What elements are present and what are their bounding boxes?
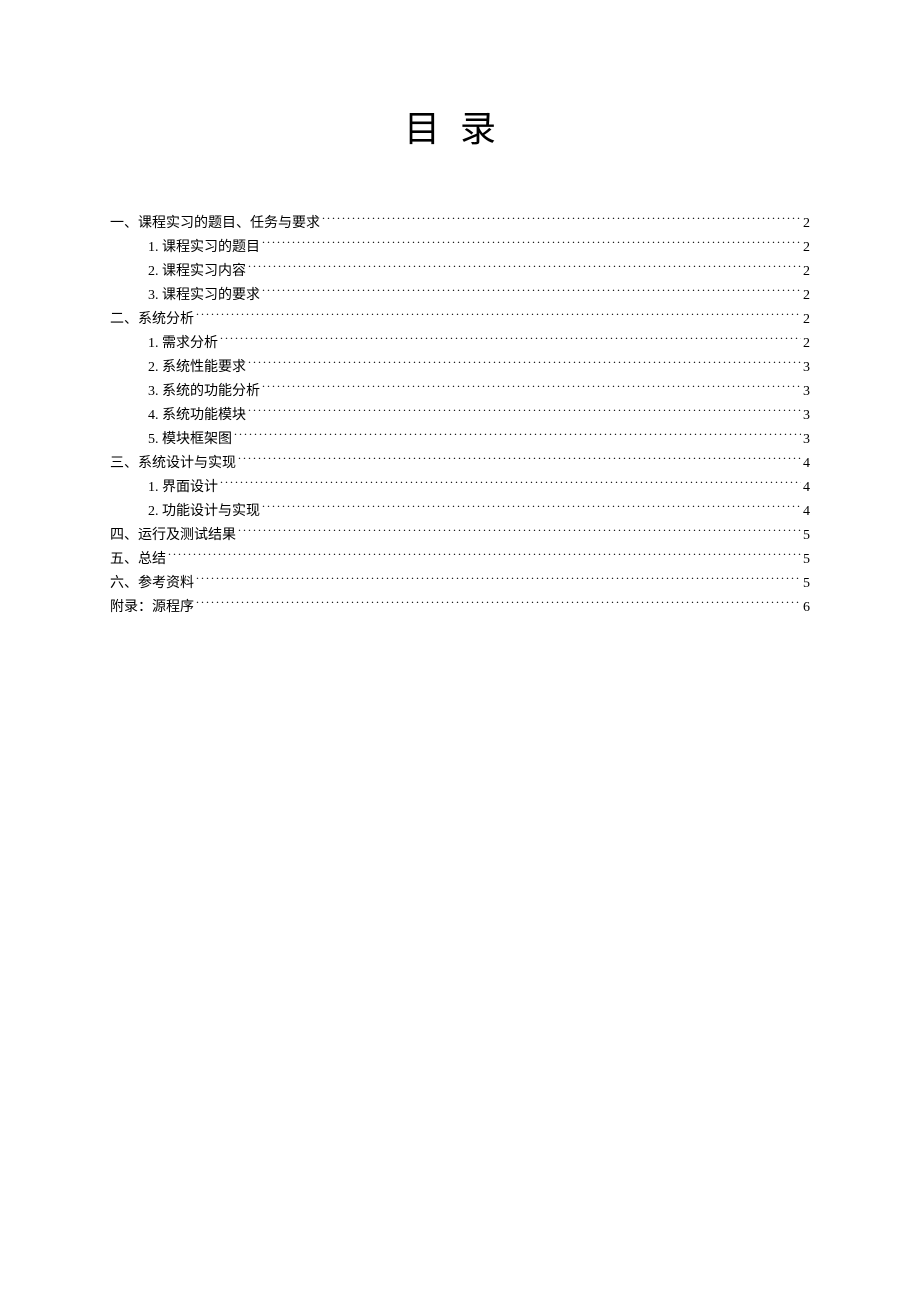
toc-page: 5 (803, 524, 810, 548)
toc-dots (220, 477, 801, 491)
toc-label: 2. 功能设计与实现 (148, 500, 260, 524)
toc-entry: 附录：源程序 6 (110, 596, 810, 620)
toc-label: 1. 界面设计 (148, 476, 218, 500)
toc-label: 五、总结 (110, 548, 166, 572)
toc-entry: 2. 功能设计与实现 4 (110, 500, 810, 524)
toc-entry: 四、运行及测试结果 5 (110, 524, 810, 548)
toc-page: 3 (803, 356, 810, 380)
toc-entry: 3. 课程实习的要求 2 (110, 284, 810, 308)
toc-page: 2 (803, 284, 810, 308)
toc-dots (262, 237, 801, 251)
toc-label: 2. 系统性能要求 (148, 356, 246, 380)
toc-entry: 一、课程实习的题目、任务与要求 2 (110, 212, 810, 236)
toc-dots (238, 525, 801, 539)
toc-label: 1. 需求分析 (148, 332, 218, 356)
toc-page: 5 (803, 548, 810, 572)
toc-label: 三、系统设计与实现 (110, 452, 236, 476)
toc-entry: 2. 课程实习内容 2 (110, 260, 810, 284)
toc-dots (234, 429, 801, 443)
toc-dots (168, 549, 801, 563)
toc-page: 2 (803, 260, 810, 284)
toc-entry: 3. 系统的功能分析 3 (110, 380, 810, 404)
toc-entry: 五、总结 5 (110, 548, 810, 572)
toc-entry: 1. 需求分析 2 (110, 332, 810, 356)
toc-label: 2. 课程实习内容 (148, 260, 246, 284)
toc-dots (196, 309, 801, 323)
toc-page: 4 (803, 476, 810, 500)
toc-page: 3 (803, 404, 810, 428)
toc-dots (248, 405, 801, 419)
toc-label: 六、参考资料 (110, 572, 194, 596)
table-of-contents: 一、课程实习的题目、任务与要求 2 1. 课程实习的题目 2 2. 课程实习内容… (110, 212, 810, 620)
toc-entry: 二、系统分析 2 (110, 308, 810, 332)
toc-entry: 2. 系统性能要求 3 (110, 356, 810, 380)
toc-dots (196, 597, 801, 611)
toc-dots (262, 501, 801, 515)
toc-page: 4 (803, 452, 810, 476)
toc-dots (248, 261, 801, 275)
toc-page: 4 (803, 500, 810, 524)
toc-page: 2 (803, 236, 810, 260)
toc-dots (322, 213, 801, 227)
toc-page: 6 (803, 596, 810, 620)
toc-entry: 六、参考资料 5 (110, 572, 810, 596)
toc-page: 2 (803, 332, 810, 356)
toc-entry: 1. 课程实习的题目 2 (110, 236, 810, 260)
toc-label: 附录：源程序 (110, 596, 194, 620)
toc-entry: 三、系统设计与实现 4 (110, 452, 810, 476)
toc-label: 3. 系统的功能分析 (148, 380, 260, 404)
toc-entry: 4. 系统功能模块 3 (110, 404, 810, 428)
toc-label: 1. 课程实习的题目 (148, 236, 260, 260)
toc-label: 3. 课程实习的要求 (148, 284, 260, 308)
toc-label: 四、运行及测试结果 (110, 524, 236, 548)
page-title: 目录 (110, 100, 810, 152)
toc-label: 4. 系统功能模块 (148, 404, 246, 428)
toc-dots (262, 285, 801, 299)
toc-label: 一、课程实习的题目、任务与要求 (110, 212, 320, 236)
toc-dots (248, 357, 801, 371)
toc-entry: 5. 模块框架图 3 (110, 428, 810, 452)
toc-dots (196, 573, 801, 587)
toc-label: 5. 模块框架图 (148, 428, 232, 452)
toc-page: 2 (803, 212, 810, 236)
toc-dots (220, 333, 801, 347)
toc-page: 3 (803, 380, 810, 404)
toc-label: 二、系统分析 (110, 308, 194, 332)
toc-dots (262, 381, 801, 395)
toc-dots (238, 453, 801, 467)
toc-page: 2 (803, 308, 810, 332)
toc-page: 5 (803, 572, 810, 596)
toc-page: 3 (803, 428, 810, 452)
toc-entry: 1. 界面设计 4 (110, 476, 810, 500)
